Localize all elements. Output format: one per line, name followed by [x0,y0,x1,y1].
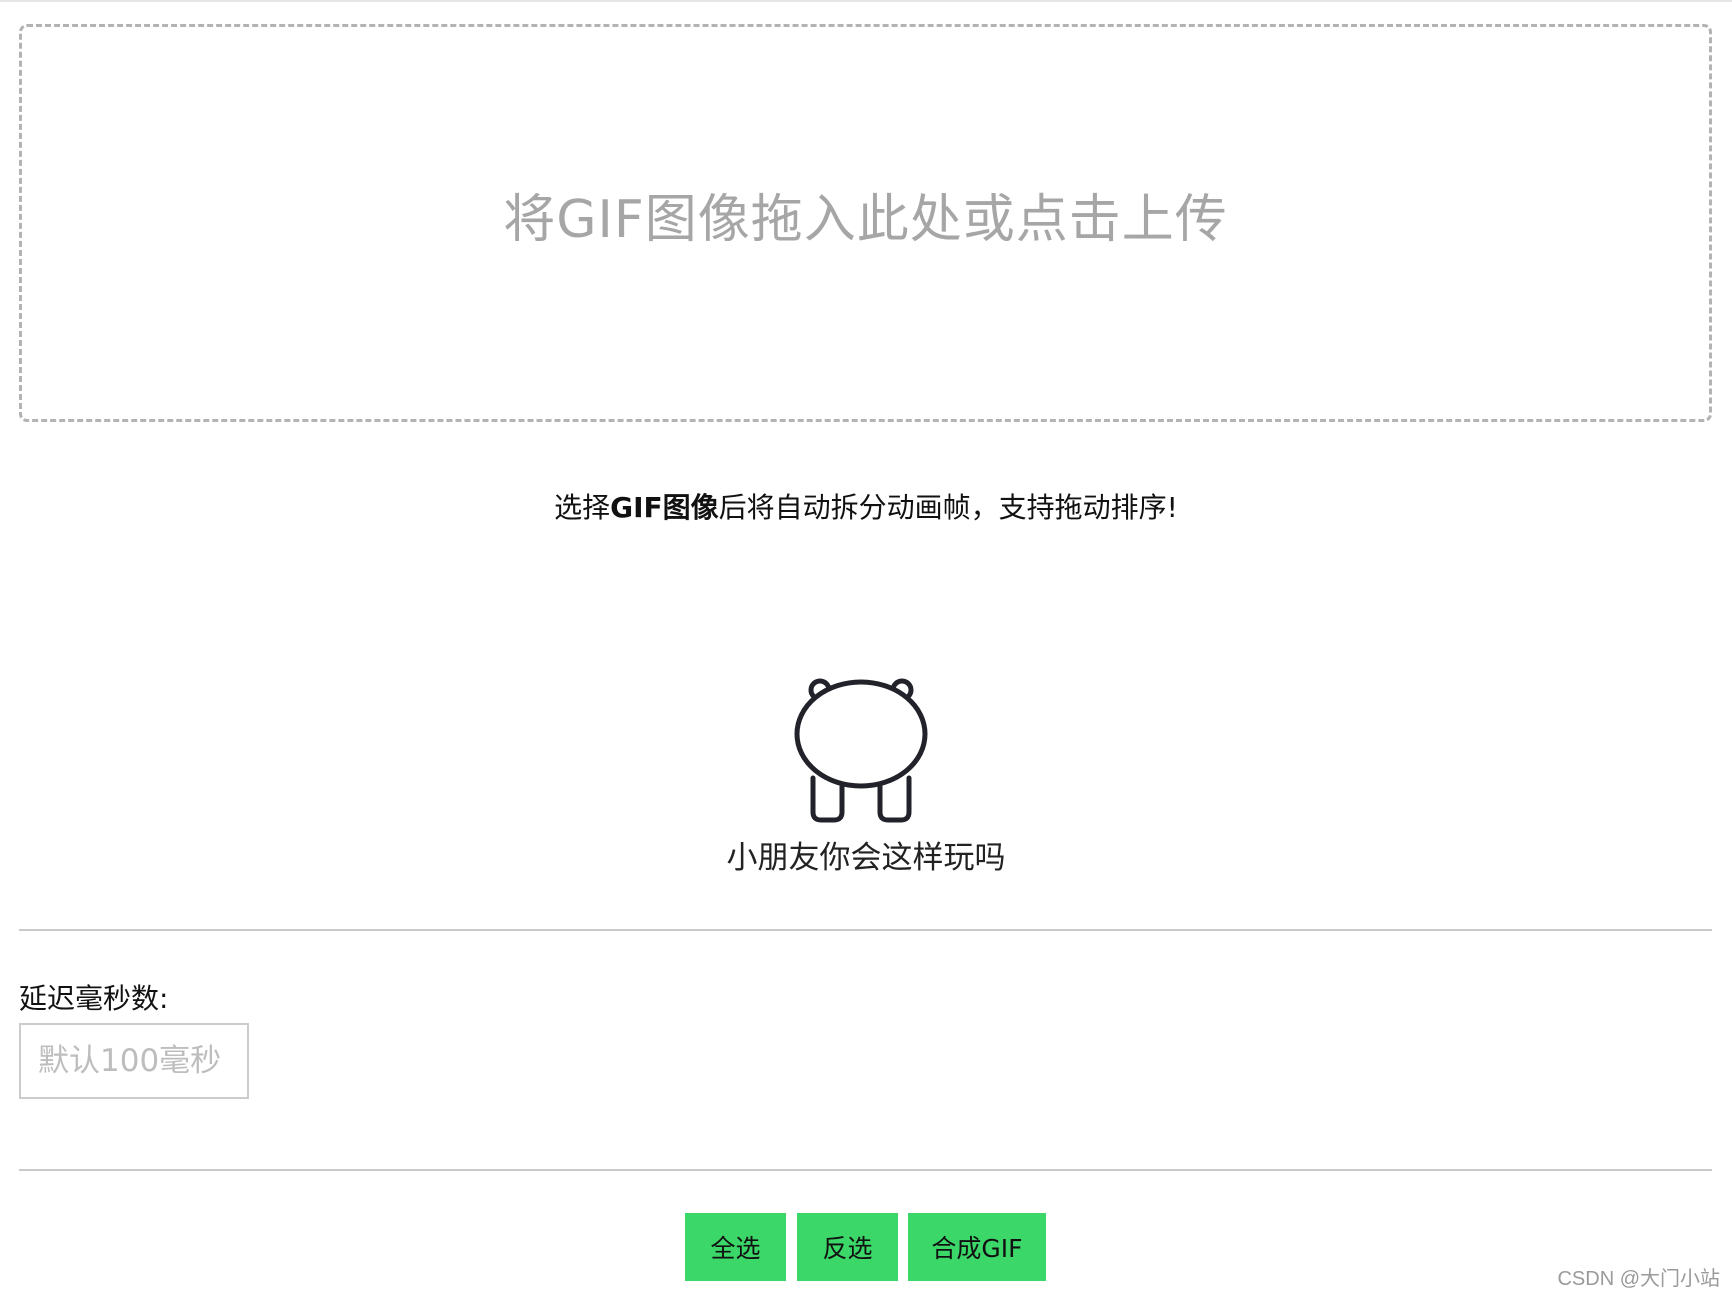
divider [19,1169,1712,1171]
hint-suffix: 后将自动拆分动画帧，支持拖动排序! [718,491,1178,524]
hint-prefix: 选择 [554,491,611,524]
empty-state: 小朋友你会这样玩吗 [0,674,1732,876]
usage-hint: 选择GIF图像后将自动拆分动画帧，支持拖动排序! [0,486,1732,526]
page: 将GIF图像拖入此处或点击上传 选择GIF图像后将自动拆分动画帧，支持拖动排序!… [0,0,1732,1294]
select-all-button[interactable]: 全选 [685,1213,786,1281]
hint-bold: GIF图像 [610,491,719,524]
empty-state-text: 小朋友你会这样玩吗 [726,840,1006,876]
action-bar: 全选 反选 合成GIF [0,1213,1732,1281]
upload-dropzone[interactable]: 将GIF图像拖入此处或点击上传 [19,24,1712,422]
compose-gif-button[interactable]: 合成GIF [908,1213,1046,1281]
delay-label: 延迟毫秒数: [19,982,169,1015]
watermark: CSDN @大门小站 [1557,1268,1720,1290]
divider [19,929,1712,931]
bear-icon [794,678,928,823]
invert-selection-button[interactable]: 反选 [797,1213,898,1281]
dropzone-label: 将GIF图像拖入此处或点击上传 [503,189,1228,250]
delay-input[interactable] [19,1023,249,1099]
